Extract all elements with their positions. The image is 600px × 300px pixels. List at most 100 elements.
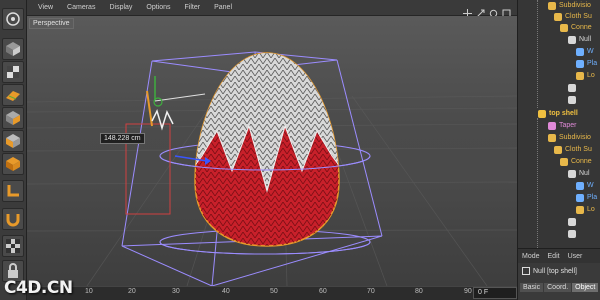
- tree-row[interactable]: W: [576, 180, 594, 191]
- checker-icon: [6, 239, 20, 253]
- edges-mode-button[interactable]: [2, 130, 24, 152]
- tree-row[interactable]: W: [576, 46, 594, 57]
- workplane-button[interactable]: [2, 84, 24, 106]
- snap-button[interactable]: [2, 208, 24, 230]
- object-type-icon: [576, 47, 584, 56]
- object-type-icon: [576, 181, 584, 190]
- object-type-icon: [576, 71, 584, 80]
- menu-cameras[interactable]: Cameras: [60, 4, 102, 11]
- points-cube-icon: [6, 111, 20, 125]
- tree-row[interactable]: Conne: [560, 156, 592, 167]
- attr-menu-edit[interactable]: Edit: [544, 253, 564, 260]
- tick-20: 20: [128, 288, 136, 295]
- magnet-icon: [6, 214, 20, 227]
- maximize-view-icon[interactable]: [502, 3, 511, 18]
- object-type-icon: [538, 109, 546, 118]
- attribute-title-text: Null [top shell]: [533, 267, 577, 275]
- tree-row[interactable]: Subdivisio: [548, 132, 591, 143]
- tree-row[interactable]: Conne: [560, 22, 592, 33]
- tree-row[interactable]: Lo: [576, 70, 595, 81]
- object-type-icon: [568, 95, 576, 104]
- polygons-mode-button[interactable]: [2, 153, 24, 175]
- perspective-viewport[interactable]: Perspective 148.228 cm: [27, 16, 517, 286]
- object-type-icon: [576, 59, 584, 68]
- texture-mode-button[interactable]: [2, 61, 24, 83]
- tree-row[interactable]: [568, 228, 579, 239]
- undo-tool-button[interactable]: [2, 8, 24, 30]
- viewport-scene: [27, 46, 517, 286]
- edges-cube-icon: [6, 134, 20, 148]
- null-object-icon: [522, 267, 530, 275]
- tree-row-label: Cloth Su: [565, 146, 592, 153]
- tree-row[interactable]: Lo: [576, 204, 595, 215]
- tree-row[interactable]: [568, 94, 579, 105]
- tree-row-label: Subdivisio: [559, 134, 591, 141]
- tree-row[interactable]: [568, 216, 579, 227]
- object-type-icon: [554, 12, 562, 21]
- tree-row[interactable]: Pla: [576, 58, 597, 69]
- attribute-manager: Mode Edit User Null [top shell] Basic Co…: [517, 248, 600, 300]
- tree-row[interactable]: top shell: [538, 108, 578, 119]
- tree-row-label: Null: [579, 36, 592, 43]
- tree-row-label: W: [587, 48, 594, 55]
- distance-readout: 148.228 cm: [100, 133, 145, 144]
- menu-display[interactable]: Display: [102, 4, 139, 11]
- egg-model[interactable]: [187, 46, 347, 256]
- menu-filter[interactable]: Filter: [178, 4, 208, 11]
- cube-icon: [6, 42, 20, 56]
- viewport-menubar: View Cameras Display Options Filter Pane…: [27, 0, 517, 18]
- tree-row[interactable]: [568, 82, 579, 93]
- object-type-icon: [568, 169, 576, 178]
- points-mode-button[interactable]: [2, 107, 24, 129]
- left-toolbar: [0, 0, 27, 300]
- tree-row[interactable]: Pla: [576, 192, 597, 203]
- grid-plane-icon: [6, 91, 20, 101]
- polygons-cube-icon: [6, 157, 20, 171]
- current-frame-field[interactable]: 0 F: [473, 287, 517, 299]
- tree-row[interactable]: Nul: [568, 168, 590, 179]
- tree-row-label: Pla: [587, 60, 598, 67]
- tick-90: 90: [464, 288, 472, 295]
- tick-50: 50: [270, 288, 278, 295]
- object-type-icon: [568, 217, 576, 226]
- tick-70: 70: [367, 288, 375, 295]
- rotate-view-icon[interactable]: [489, 3, 498, 18]
- tree-row-label: Conne: [571, 158, 592, 165]
- tab-coord[interactable]: Coord.: [544, 283, 572, 292]
- tick-30: 30: [172, 288, 180, 295]
- object-type-icon: [554, 145, 562, 154]
- object-type-icon: [560, 157, 568, 166]
- tick-40: 40: [222, 288, 230, 295]
- tree-row[interactable]: Taper: [548, 120, 577, 131]
- tab-object[interactable]: Object: [572, 283, 599, 292]
- axis-mode-button[interactable]: [2, 180, 24, 202]
- tree-row-label: Taper: [559, 122, 577, 129]
- tree-row-label: Conne: [571, 24, 592, 31]
- tree-row[interactable]: Null: [568, 34, 591, 45]
- timeline-ruler[interactable]: 0 10 20 30 40 50 60 70 80 90: [27, 286, 517, 300]
- tick-60: 60: [319, 288, 327, 295]
- zoom-view-icon[interactable]: [476, 3, 485, 18]
- tree-row-label: Pla: [587, 194, 598, 201]
- menu-panel[interactable]: Panel: [207, 4, 239, 11]
- tree-row-label: top shell: [549, 110, 578, 117]
- menu-options[interactable]: Options: [139, 4, 177, 11]
- object-type-icon: [560, 23, 568, 32]
- menu-view[interactable]: View: [31, 4, 60, 11]
- tick-80: 80: [415, 288, 423, 295]
- tree-row[interactable]: Cloth Su: [554, 11, 592, 22]
- attr-menu-mode[interactable]: Mode: [518, 253, 544, 260]
- axis-l-icon: [7, 185, 19, 197]
- tree-row[interactable]: Subdivisio: [548, 0, 591, 11]
- cinema4d-window: View Cameras Display Options Filter Pane…: [0, 0, 600, 300]
- viewport-name-label[interactable]: Perspective: [29, 18, 74, 29]
- move-view-icon[interactable]: [463, 3, 472, 18]
- model-mode-button[interactable]: [2, 38, 24, 60]
- object-type-icon: [568, 229, 576, 238]
- tree-row[interactable]: Cloth Su: [554, 144, 592, 155]
- tab-basic[interactable]: Basic: [520, 283, 544, 292]
- attr-menu-user[interactable]: User: [564, 253, 587, 260]
- object-manager: Subdivisio Cloth Su Conne Null W Pla Lo top she…: [517, 0, 600, 248]
- object-type-icon: [576, 205, 584, 214]
- workplane-lock-button[interactable]: [2, 235, 24, 257]
